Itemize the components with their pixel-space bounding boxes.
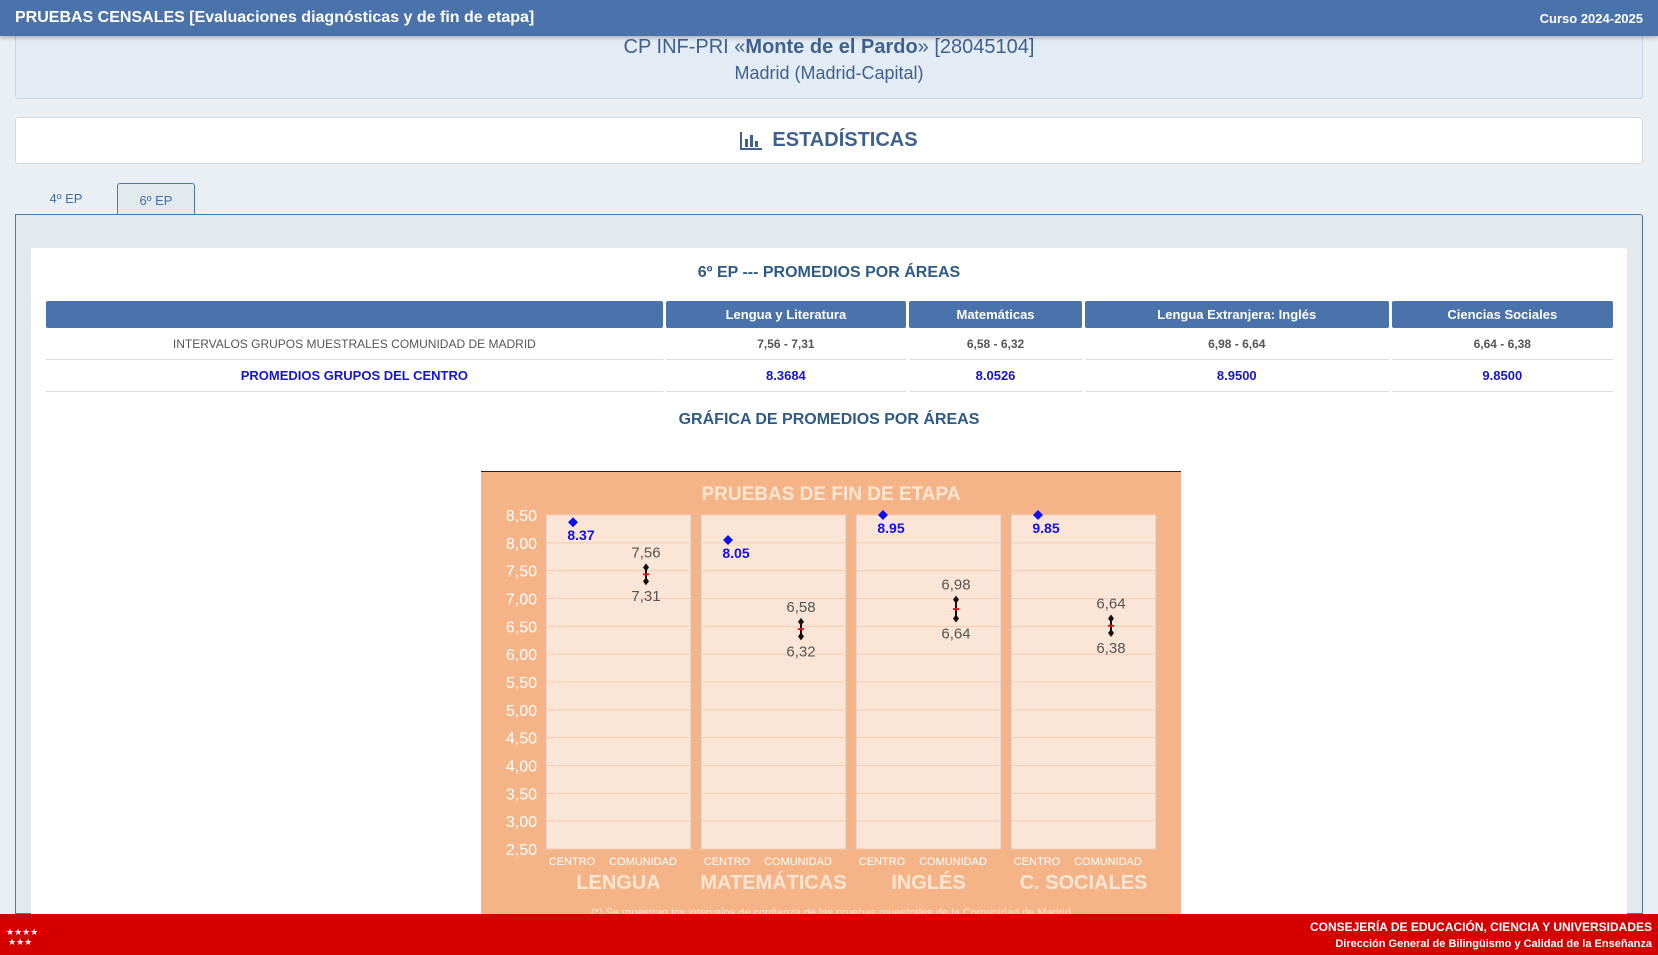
areas-table: Lengua y Literatura Matemáticas Lengua E… bbox=[43, 301, 1616, 392]
interval-hi-label: 6,98 bbox=[941, 577, 970, 594]
row-label: INTERVALOS GRUPOS MUESTRALES COMUNIDAD D… bbox=[46, 328, 663, 360]
centro-value-label: 8.05 bbox=[722, 545, 749, 561]
chart-section-title: GRÁFICA DE PROMEDIOS POR ÁREAS bbox=[678, 411, 980, 428]
tab-panel: 6º EP --- PROMEDIOS POR ÁREAS Lengua y L… bbox=[15, 214, 1643, 931]
chart-title: PRUEBAS DE FIN DE ETAPA bbox=[702, 484, 961, 505]
tab-4ep[interactable]: 4º EP bbox=[15, 182, 117, 215]
table-row: INTERVALOS GRUPOS MUESTRALES COMUNIDAD D… bbox=[46, 328, 1613, 360]
chart-container: PRUEBAS DE FIN DE ETAPA 8,50 8,00 7,50 7,00 6… bbox=[481, 471, 1181, 931]
table-cell: 8.0526 bbox=[909, 360, 1082, 392]
area-name: C. SOCIALES bbox=[1020, 872, 1148, 894]
row-label: PROMEDIOS GRUPOS DEL CENTRO bbox=[46, 360, 663, 392]
interval-hi-label: 7,56 bbox=[631, 544, 660, 561]
table-header-cell: Ciencias Sociales bbox=[1391, 301, 1613, 328]
area-name: INGLÉS bbox=[891, 871, 965, 894]
centro-value-label: 8.37 bbox=[567, 527, 594, 543]
footer-line-2: Dirección General de Bilingüismo y Calid… bbox=[1335, 938, 1653, 950]
table-header-cell: Lengua y Literatura bbox=[665, 301, 907, 328]
table-header-blank bbox=[46, 301, 663, 328]
school-name: Monte de el Pardo bbox=[745, 36, 918, 58]
y-tick-label: 6,00 bbox=[506, 647, 537, 664]
interval-hi-label: 6,64 bbox=[1096, 596, 1125, 613]
comunidad-label: COMUNIDAD bbox=[1074, 856, 1142, 868]
interval-lo-label: 6,32 bbox=[786, 643, 815, 660]
areas-chart: PRUEBAS DE FIN DE ETAPA 8,50 8,00 7,50 7,00 6… bbox=[481, 471, 1181, 931]
stats-header: ESTADÍSTICAS bbox=[15, 117, 1643, 164]
grade-tabs: 4º EP 6º EP bbox=[15, 182, 195, 216]
centro-label: CENTRO bbox=[549, 856, 596, 868]
interval-hi-label: 6,58 bbox=[786, 599, 815, 616]
y-tick-label: 5,50 bbox=[506, 675, 537, 692]
y-tick-label: 4,00 bbox=[506, 759, 537, 776]
comunidad-label: COMUNIDAD bbox=[609, 856, 677, 868]
area-name: MATEMÁTICAS bbox=[700, 871, 846, 894]
top-bar: PRUEBAS CENSALES [Evaluaciones diagnósti… bbox=[0, 0, 1658, 36]
stats-title: ESTADÍSTICAS bbox=[772, 129, 918, 151]
centro-label: CENTRO bbox=[1014, 856, 1061, 868]
table-header-row: Lengua y Literatura Matemáticas Lengua E… bbox=[46, 301, 1613, 328]
table-title: 6º EP --- PROMEDIOS POR ÁREAS bbox=[697, 264, 961, 281]
centro-value-label: 9.85 bbox=[1032, 520, 1059, 536]
school-code: » [28045104] bbox=[917, 36, 1035, 58]
comunidad-label: COMUNIDAD bbox=[764, 856, 832, 868]
interval-lo-label: 7,31 bbox=[631, 588, 660, 605]
y-tick-label: 3,50 bbox=[506, 786, 537, 803]
table-cell: 6,98 - 6,64 bbox=[1084, 328, 1389, 360]
y-tick-label: 5,00 bbox=[506, 703, 537, 720]
y-tick-label: 8,50 bbox=[506, 508, 537, 525]
centro-label: CENTRO bbox=[704, 856, 751, 868]
y-tick-label: 4,50 bbox=[506, 731, 537, 748]
centro-value-label: 8.95 bbox=[877, 520, 904, 536]
y-tick-label: 3,00 bbox=[506, 814, 537, 831]
stars-row-1: ★★★★ bbox=[6, 928, 38, 938]
school-location: Madrid (Madrid-Capital) bbox=[734, 63, 924, 83]
table-row: PROMEDIOS GRUPOS DEL CENTRO 8.3684 8.052… bbox=[46, 360, 1613, 392]
table-cell: 7,56 - 7,31 bbox=[665, 328, 907, 360]
interval-lo-label: 6,64 bbox=[941, 626, 970, 643]
interval-lo-label: 6,38 bbox=[1096, 640, 1125, 657]
centro-label: CENTRO bbox=[859, 856, 906, 868]
bar-chart-icon bbox=[740, 131, 763, 150]
school-name-line: CP INF-PRI «Monte de el Pardo» [28045104… bbox=[16, 36, 1642, 59]
footer-bar: ★★★★ ★★★ CONSEJERÍA DE EDUCACIÓN, CIENCI… bbox=[0, 914, 1658, 955]
table-cell: 6,58 - 6,32 bbox=[909, 328, 1082, 360]
stats-card: 6º EP --- PROMEDIOS POR ÁREAS Lengua y L… bbox=[31, 248, 1627, 931]
table-cell: 9.8500 bbox=[1391, 360, 1613, 392]
table-header-cell: Matemáticas bbox=[909, 301, 1082, 328]
comunidad-label: COMUNIDAD bbox=[919, 856, 987, 868]
course-label: Curso 2024-2025 bbox=[1539, 10, 1643, 26]
tab-6ep[interactable]: 6º EP bbox=[117, 183, 195, 216]
area-name: LENGUA bbox=[576, 872, 660, 894]
table-cell: 8.9500 bbox=[1084, 360, 1389, 392]
stars-row-2: ★★★ bbox=[8, 938, 32, 948]
table-header-cell: Lengua Extranjera: Inglés bbox=[1084, 301, 1389, 328]
table-cell: 8.3684 bbox=[665, 360, 907, 392]
y-tick-label: 7,50 bbox=[506, 564, 537, 581]
school-prefix: CP INF-PRI « bbox=[623, 36, 746, 58]
footer-line-1: CONSEJERÍA DE EDUCACIÓN, CIENCIA Y UNIVE… bbox=[1310, 919, 1652, 934]
y-tick-label: 8,00 bbox=[506, 536, 537, 553]
school-info-box: CP INF-PRI «Monte de el Pardo» [28045104… bbox=[15, 30, 1643, 99]
y-tick-label: 7,00 bbox=[506, 592, 537, 609]
y-tick-label: 2,50 bbox=[506, 842, 537, 859]
table-cell: 6,64 - 6,38 bbox=[1391, 328, 1613, 360]
app-title: PRUEBAS CENSALES [Evaluaciones diagnósti… bbox=[15, 9, 535, 26]
y-tick-label: 6,50 bbox=[506, 619, 537, 636]
